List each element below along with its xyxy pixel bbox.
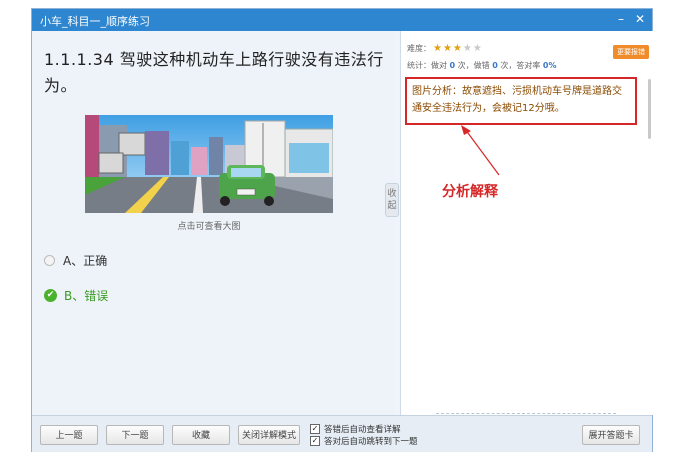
prev-button[interactable]: 上一题: [40, 425, 98, 445]
checkbox-checked-icon: ✓: [310, 436, 320, 446]
answer-card-button[interactable]: 展开答题卡: [582, 425, 640, 445]
correct-rate: 0%: [542, 61, 557, 70]
auto-view-detail-checkbox[interactable]: ✓ 答错后自动查看详解: [310, 423, 401, 435]
auto-next-label: 答对后自动跳转到下一题: [324, 437, 418, 447]
stats-prefix: 统计：做对: [407, 61, 447, 70]
window-title: 小车_科目一_顺序练习: [40, 15, 150, 28]
option-b[interactable]: ✔ B、错误: [44, 287, 108, 304]
favorite-button[interactable]: 收藏: [172, 425, 230, 445]
checkbox-checked-icon: ✓: [310, 424, 320, 434]
option-a-label: A、正确: [63, 254, 108, 268]
close-detail-mode-button[interactable]: 关闭详解模式: [238, 425, 300, 445]
option-b-label: B、错误: [64, 289, 109, 303]
auto-view-detail-label: 答错后自动查看详解: [324, 425, 401, 435]
bottom-toolbar: 上一题 下一题 收藏 关闭详解模式 ✓ 答错后自动查看详解 ✓ 答对后自动跳转到…: [32, 415, 652, 452]
auto-next-checkbox[interactable]: ✓ 答对后自动跳转到下一题: [310, 435, 418, 447]
annotation-arrow: [461, 125, 500, 176]
title-bar: 小车_科目一_顺序练习 – ✕: [32, 9, 652, 31]
annotation-label: 分析解释: [442, 184, 498, 200]
question-panel: 1.1.1.34 驾驶这种机动车上路行驶没有违法行为。 点击可查看大图 A、正确…: [32, 31, 394, 415]
analysis-scrollbar[interactable]: [648, 79, 651, 139]
question-text: 1.1.1.34 驾驶这种机动车上路行驶没有违法行为。: [44, 50, 384, 95]
question-image[interactable]: [85, 115, 333, 213]
difficulty-stars: ★★★★★: [433, 43, 483, 54]
analysis-panel: 难度： ★★★★★ 统计：做对 0 次，做错 0 次，答对率 0% 更要报错 图片…: [400, 31, 653, 415]
difficulty-label: 难度：: [407, 44, 431, 53]
check-circle-icon: ✔: [44, 289, 57, 302]
wrong-count: 0: [492, 61, 498, 70]
difficulty-row: 难度： ★★★★★: [407, 43, 483, 54]
stats-mid2: 次，答对率: [500, 61, 541, 70]
radio-icon: [44, 255, 55, 266]
close-icon[interactable]: ✕: [631, 10, 649, 28]
option-a[interactable]: A、正确: [44, 252, 107, 269]
next-button[interactable]: 下一题: [106, 425, 164, 445]
street-scene-illustration: [85, 115, 333, 213]
stats-mid: 次，做错: [457, 61, 490, 70]
collapse-panel-tab[interactable]: 收起: [385, 183, 399, 217]
report-error-button[interactable]: 更要报错: [613, 45, 649, 59]
analysis-box: 图片分析：故意遮挡、污损机动车号牌是道路交通安全违法行为，会被记12分哦。: [405, 77, 637, 125]
image-caption: 点击可查看大图: [177, 222, 241, 232]
app-window: 小车_科目一_顺序练习 – ✕ 1.1.1.34 驾驶这种机动车上路行驶没有违法…: [31, 8, 653, 452]
correct-count: 0: [449, 61, 456, 70]
minimize-icon[interactable]: –: [612, 10, 630, 28]
stats-row: 统计：做对 0 次，做错 0 次，答对率 0%: [407, 60, 556, 71]
